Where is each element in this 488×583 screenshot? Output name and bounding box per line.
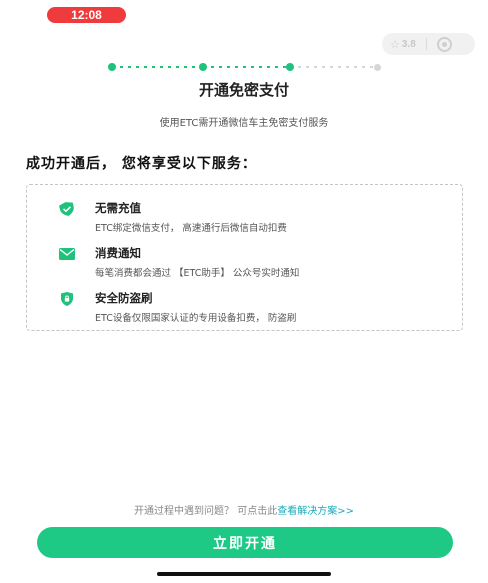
step-dot-1 xyxy=(108,63,116,71)
status-time: 12:08 xyxy=(47,7,126,23)
activate-button[interactable]: 立即开通 xyxy=(37,527,453,558)
mail-icon xyxy=(59,248,75,260)
solution-link[interactable]: 查看解决方案>> xyxy=(277,506,354,517)
screen: 12:08 ☆ 3.8 开通免密支付 使用ETC需开通微信车主免密支付服务 成功… xyxy=(0,0,488,583)
page-title: 开通免密支付 xyxy=(198,81,289,99)
benefit-title: 无需充值 xyxy=(95,201,141,215)
benefit-title: 安全防盗刷 xyxy=(95,291,153,305)
step-dot-4 xyxy=(374,63,381,71)
section-heading: 成功开通后， 您将享受以下服务： xyxy=(26,156,257,172)
step-connector-2 xyxy=(211,66,287,68)
page-subtitle: 使用ETC需开通微信车主免密支付服务 xyxy=(159,118,329,129)
benefit-desc: 每笔消费都会通过 【ETC助手】 公众号实时通知 xyxy=(95,268,300,279)
benefit-desc: ETC设备仅限国家认证的专用设备扣费， 防盗刷 xyxy=(95,313,297,324)
benefit-title: 消费通知 xyxy=(95,246,141,260)
benefits-box: 无需充值 ETC绑定微信支付， 高速通行后微信自动扣费 消费通知 每笔消费都会通… xyxy=(26,184,463,331)
step-connector-3 xyxy=(298,66,373,68)
help-text: 开通过程中遇到问题？ 可点击此查看解决方案>> xyxy=(0,502,488,517)
home-indicator xyxy=(157,572,331,576)
step-dot-3 xyxy=(286,63,294,71)
rating-value: 3.8 xyxy=(401,38,416,50)
star-icon: ☆ xyxy=(390,37,400,51)
step-connector-1 xyxy=(120,66,198,68)
benefit-desc: ETC绑定微信支付， 高速通行后微信自动扣费 xyxy=(95,223,287,234)
shield-check-icon xyxy=(59,202,74,216)
progress-steps xyxy=(108,63,384,71)
mini-program-capsule[interactable]: ☆ 3.8 xyxy=(382,33,475,55)
shield-lock-icon xyxy=(61,292,73,306)
help-prompt: 开通过程中遇到问题？ 可点击此 xyxy=(134,506,278,517)
capsule-divider xyxy=(425,38,427,50)
target-icon[interactable] xyxy=(436,36,452,52)
step-dot-2 xyxy=(199,63,207,71)
